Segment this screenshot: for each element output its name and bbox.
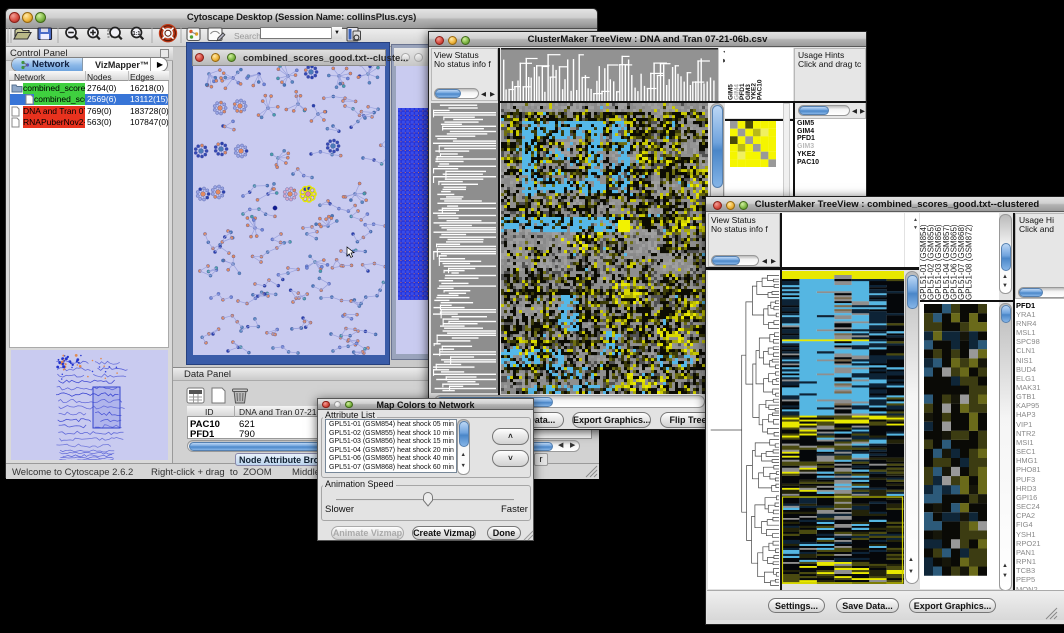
svg-text:PAC10: PAC10 bbox=[757, 79, 764, 100]
svg-text:1:1: 1:1 bbox=[133, 31, 141, 37]
svg-text:GPL51-08 (GSM872): GPL51-08 (GSM872) bbox=[965, 224, 974, 300]
